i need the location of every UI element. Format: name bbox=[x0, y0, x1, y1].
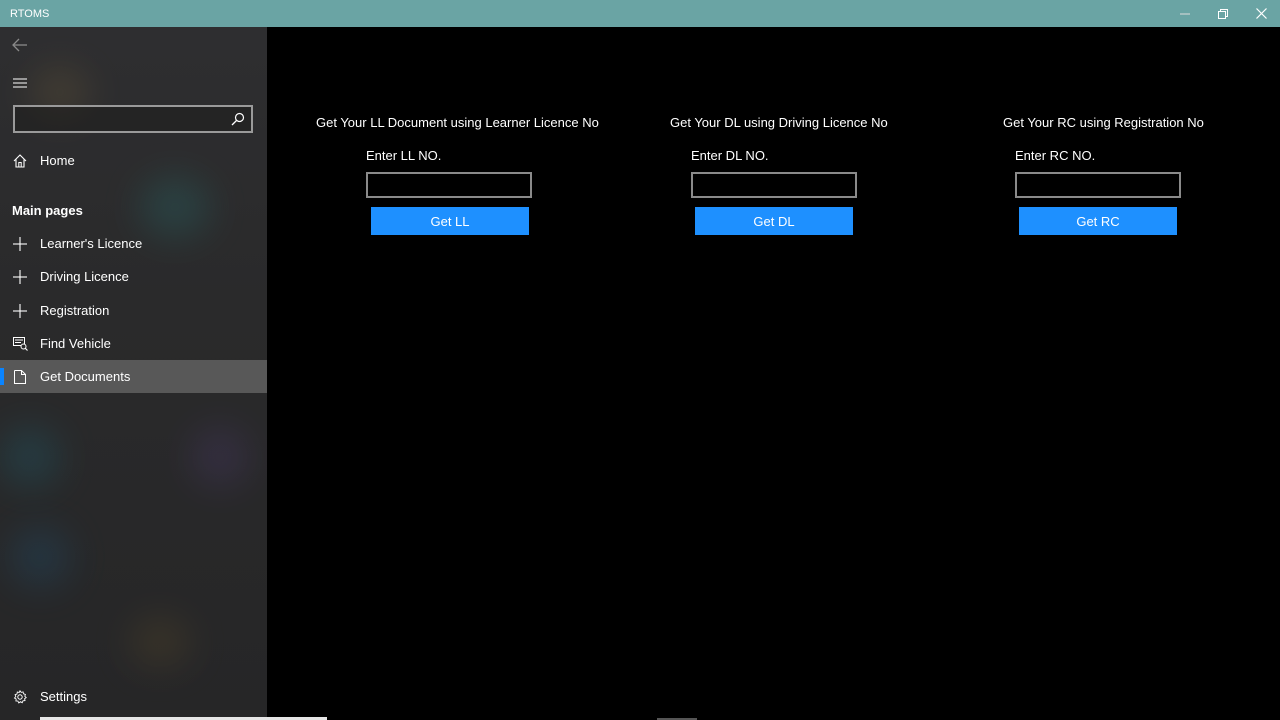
title-bar: RTOMS bbox=[0, 0, 1280, 27]
nav-item-get-documents[interactable]: Get Documents bbox=[0, 360, 267, 393]
nav-item-settings[interactable]: Settings bbox=[0, 680, 267, 713]
minimize-icon bbox=[1180, 13, 1190, 14]
nav-item-label: Settings bbox=[40, 689, 87, 704]
section-header-main-pages: Main pages bbox=[12, 203, 83, 218]
plus-icon bbox=[0, 236, 40, 251]
dl-label: Enter DL NO. bbox=[691, 148, 769, 163]
minimize-button[interactable] bbox=[1166, 0, 1204, 27]
plus-icon bbox=[0, 269, 40, 284]
back-button[interactable] bbox=[10, 35, 30, 55]
restore-icon bbox=[1218, 8, 1228, 19]
nav-item-registration[interactable]: Registration bbox=[0, 294, 267, 327]
background-blur bbox=[190, 427, 250, 487]
background-blur bbox=[10, 527, 70, 587]
search-box[interactable] bbox=[13, 105, 253, 133]
gear-icon bbox=[0, 689, 40, 704]
window-title: RTOMS bbox=[10, 7, 50, 20]
get-ll-button[interactable]: Get LL bbox=[371, 207, 529, 235]
dl-number-input[interactable] bbox=[691, 172, 857, 198]
hamburger-icon bbox=[13, 78, 27, 88]
home-icon bbox=[0, 153, 40, 168]
close-icon bbox=[1255, 8, 1267, 19]
nav-item-label: Get Documents bbox=[40, 369, 131, 384]
get-rc-button[interactable]: Get RC bbox=[1019, 207, 1177, 235]
dl-heading: Get Your DL using Driving Licence No bbox=[670, 115, 888, 130]
ll-number-input[interactable] bbox=[366, 172, 532, 198]
nav-item-label: Registration bbox=[40, 303, 110, 318]
main-content: Get Your LL Document using Learner Licen… bbox=[267, 27, 1280, 720]
background-blur bbox=[130, 617, 190, 667]
nav-item-driving-licence[interactable]: Driving Licence bbox=[0, 260, 267, 293]
ll-heading: Get Your LL Document using Learner Licen… bbox=[316, 115, 599, 130]
document-icon bbox=[0, 369, 40, 384]
nav-item-label: Learner's Licence bbox=[40, 236, 143, 251]
plus-icon bbox=[0, 303, 40, 318]
search-icon[interactable] bbox=[231, 112, 245, 126]
rc-number-input[interactable] bbox=[1015, 172, 1181, 198]
nav-item-label: Driving Licence bbox=[40, 269, 129, 284]
nav-item-label: Find Vehicle bbox=[40, 336, 111, 351]
nav-item-label: Home bbox=[40, 153, 75, 168]
restore-button[interactable] bbox=[1204, 0, 1242, 27]
nav-item-find-vehicle[interactable]: Find Vehicle bbox=[0, 327, 267, 360]
background-blur bbox=[0, 427, 60, 487]
back-arrow-icon bbox=[12, 38, 27, 52]
get-dl-button[interactable]: Get DL bbox=[695, 207, 853, 235]
search-input[interactable] bbox=[15, 107, 225, 131]
close-button[interactable] bbox=[1242, 0, 1280, 27]
menu-toggle-button[interactable] bbox=[10, 73, 30, 93]
selection-indicator bbox=[0, 368, 4, 385]
nav-item-learners-licence[interactable]: Learner's Licence bbox=[0, 227, 267, 260]
ll-label: Enter LL NO. bbox=[366, 148, 442, 163]
navigation-pane: Home Main pages Learner's Licence Drivin… bbox=[0, 27, 267, 720]
window-controls bbox=[1166, 0, 1280, 27]
nav-item-home[interactable]: Home bbox=[0, 144, 267, 177]
rc-label: Enter RC NO. bbox=[1015, 148, 1096, 163]
rc-heading: Get Your RC using Registration No bbox=[1003, 115, 1204, 130]
vehicle-search-icon bbox=[0, 336, 40, 351]
